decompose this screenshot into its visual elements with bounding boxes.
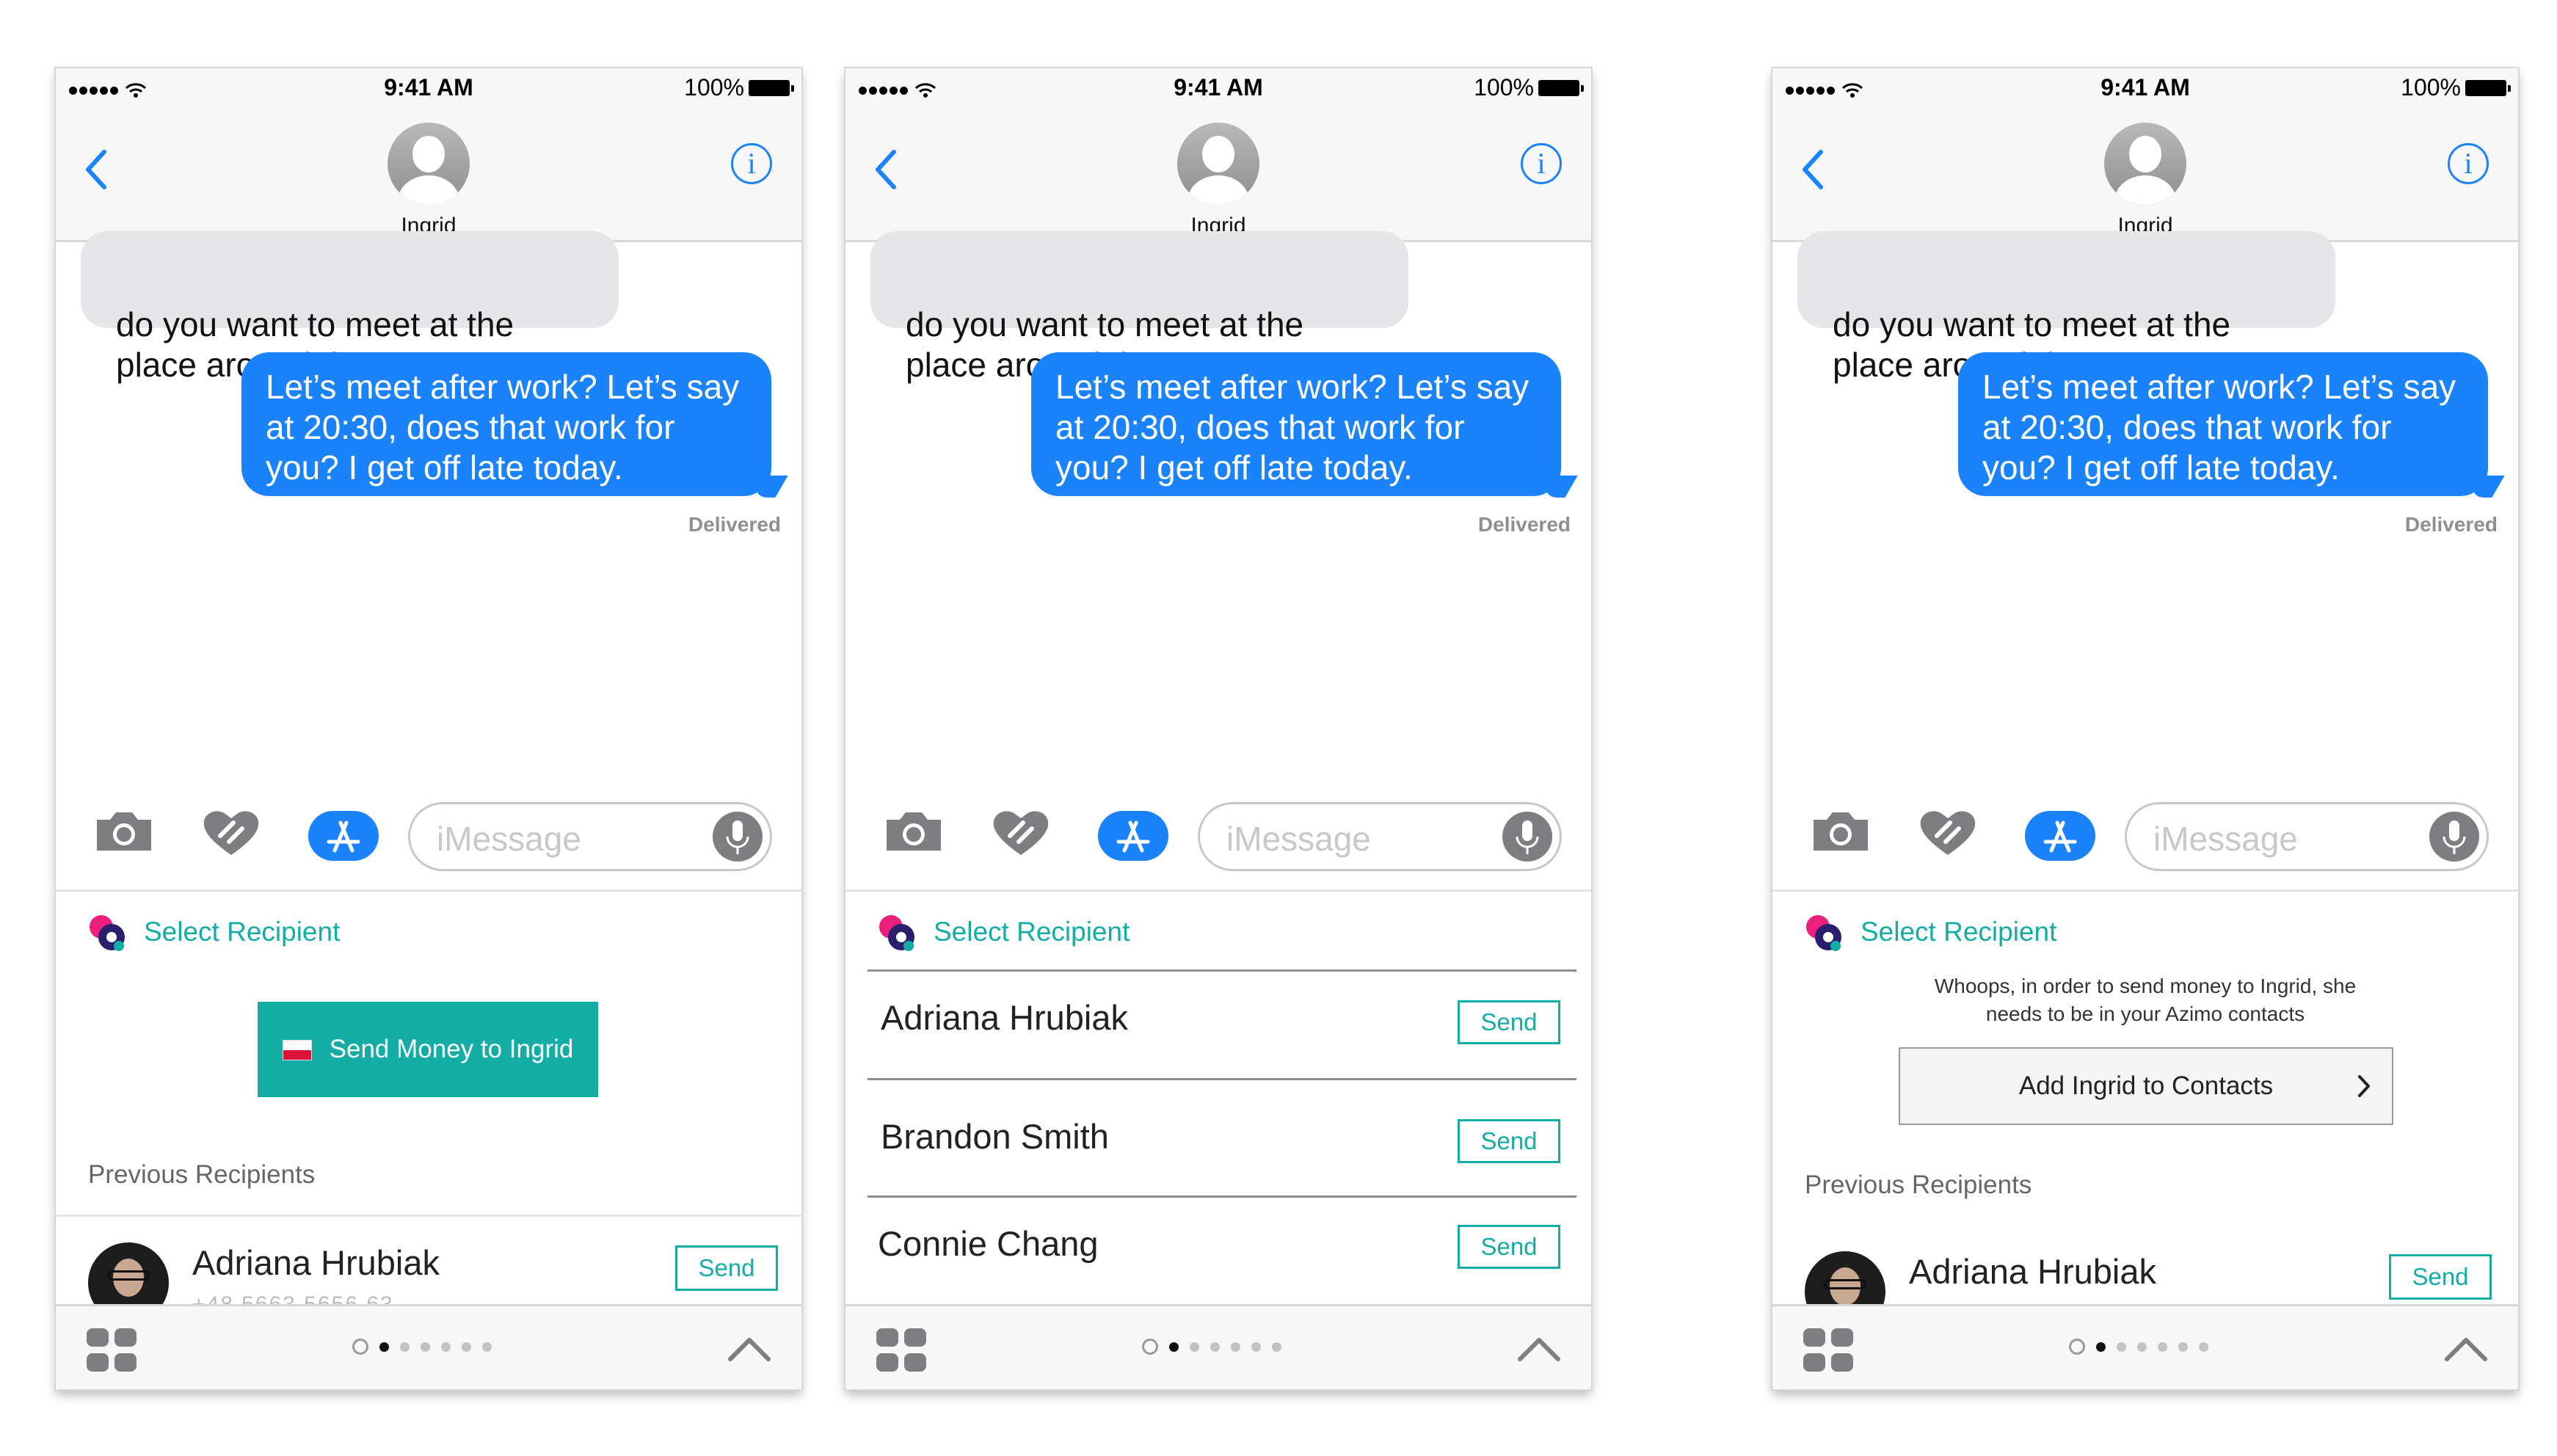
conversation-header: Ingrid i [56,109,801,242]
incoming-message-bubble: do you want to meet at the place around … [870,231,1408,384]
battery-icon [749,79,794,96]
outgoing-message-bubble: Let’s meet after work? Let’s say at 20:3… [1031,352,1561,496]
phone-screen-add-contact: 9:41 AM 100% Ingrid i do you want to mee… [1772,68,2518,1389]
digital-touch-heart-icon[interactable] [1916,807,1979,859]
status-bar: 9:41 AM 100% [1772,68,2518,109]
contact-name-row-3[interactable]: Connie Chang [878,1223,1099,1264]
camera-icon[interactable] [92,807,156,855]
battery-indicator: 100% [2401,74,2511,101]
info-icon[interactable]: i [2448,143,2489,184]
outgoing-message-bubble: Let’s meet after work? Let’s say at 20:3… [1958,352,2488,496]
select-recipient-link[interactable]: Select Recipient [934,917,1130,947]
contact-avatar[interactable] [1177,123,1259,205]
chevron-up-icon[interactable] [1516,1334,1562,1364]
status-bar: 9:41 AM 100% [56,68,801,109]
send-button[interactable]: Send [2389,1254,2492,1300]
page-indicator[interactable] [2069,1339,2208,1355]
app-store-icon[interactable] [2025,811,2095,861]
send-button[interactable]: Send [1458,1225,1560,1269]
phone-screen-contact-list: 9:41 AM 100% Ingrid i do you want to mee… [845,68,1591,1389]
app-store-icon[interactable] [1098,811,1168,861]
microphone-icon[interactable] [1502,812,1552,862]
previous-recipients-heading: Previous Recipients [88,1160,316,1189]
recents-clock-icon [2069,1339,2085,1355]
battery-indicator: 100% [1474,74,1584,101]
divider [868,969,1576,972]
divider [868,1195,1576,1198]
add-to-contacts-button[interactable]: Add Ingrid to Contacts [1899,1047,2393,1125]
select-recipient-link[interactable]: Select Recipient [1861,917,2056,947]
microphone-icon[interactable] [713,812,763,862]
page-indicator[interactable] [1142,1339,1281,1355]
azimo-logo-icon [879,915,914,951]
outgoing-message-bubble: Let’s meet after work? Let’s say at 20:3… [241,352,771,496]
contact-name-row-2[interactable]: Brandon Smith [881,1116,1109,1157]
imessage-input[interactable]: iMessage [408,802,772,871]
contact-avatar[interactable] [388,123,470,205]
conversation-header: Ingrid i [1772,109,2518,242]
incoming-message-bubble: do you want to meet at the place around … [81,231,619,384]
app-drawer-bar [1772,1304,2518,1389]
imessage-input[interactable]: iMessage [1198,802,1562,871]
message-composer: iMessage [56,798,801,892]
battery-indicator: 100% [684,74,794,101]
delivered-status: Delivered [2404,513,2498,536]
contact-avatar[interactable] [2104,123,2186,205]
delivered-status: Delivered [688,513,781,536]
delivered-status: Delivered [1477,513,1571,536]
poland-flag-icon [282,1040,312,1060]
divider [868,1078,1576,1080]
digital-touch-heart-icon[interactable] [989,807,1052,859]
send-button[interactable]: Send [1458,1119,1560,1163]
microphone-icon[interactable] [2429,812,2479,862]
recipient-name: Adriana Hrubiak [192,1243,440,1282]
send-button[interactable]: Send [1458,1000,1560,1044]
back-chevron-icon[interactable] [872,148,898,192]
select-recipient-link[interactable]: Select Recipient [144,917,340,947]
chevron-right-icon [2358,1075,2370,1097]
info-icon[interactable]: i [1521,143,1562,184]
divider [56,1215,801,1217]
message-composer: iMessage [845,798,1591,892]
digital-touch-heart-icon[interactable] [200,807,263,859]
camera-icon[interactable] [882,807,945,855]
recipient-name: Adriana Hrubiak [1909,1252,2157,1291]
conversation-header: Ingrid i [845,109,1591,242]
app-store-icon[interactable] [308,811,379,861]
app-drawer-bar [845,1304,1591,1389]
imessage-input[interactable]: iMessage [2125,802,2489,871]
status-bar: 9:41 AM 100% [845,68,1591,109]
apps-grid-icon[interactable] [87,1328,138,1372]
send-button[interactable]: Send [675,1245,778,1291]
message-composer: iMessage [1772,798,2518,892]
apps-grid-icon[interactable] [1803,1328,1855,1372]
incoming-message-bubble: do you want to meet at the place around … [1797,231,2335,384]
app-drawer-bar [56,1304,801,1389]
battery-icon [1538,79,1584,96]
chevron-up-icon[interactable] [2443,1334,2489,1364]
send-money-button[interactable]: Send Money to Ingrid [258,1002,598,1097]
battery-icon [2465,79,2511,96]
back-chevron-icon[interactable] [82,148,109,192]
contact-required-notice: Whoops, in order to send money to Ingrid… [1934,975,2357,1025]
page-indicator[interactable] [352,1339,492,1355]
apps-grid-icon[interactable] [876,1328,928,1372]
phone-screen-send-money: 9:41 AM 100% Ingrid i do you want to mee… [56,68,801,1389]
azimo-logo-icon [1806,915,1841,951]
info-icon[interactable]: i [731,143,772,184]
back-chevron-icon[interactable] [1799,148,1825,192]
recents-clock-icon [352,1339,368,1355]
chevron-up-icon[interactable] [727,1334,772,1364]
azimo-logo-icon [90,915,125,951]
contact-name-row-1[interactable]: Adriana Hrubiak [881,997,1128,1038]
previous-recipients-heading: Previous Recipients [1805,1171,2032,1199]
camera-icon[interactable] [1809,807,1872,855]
recents-clock-icon [1142,1339,1158,1355]
